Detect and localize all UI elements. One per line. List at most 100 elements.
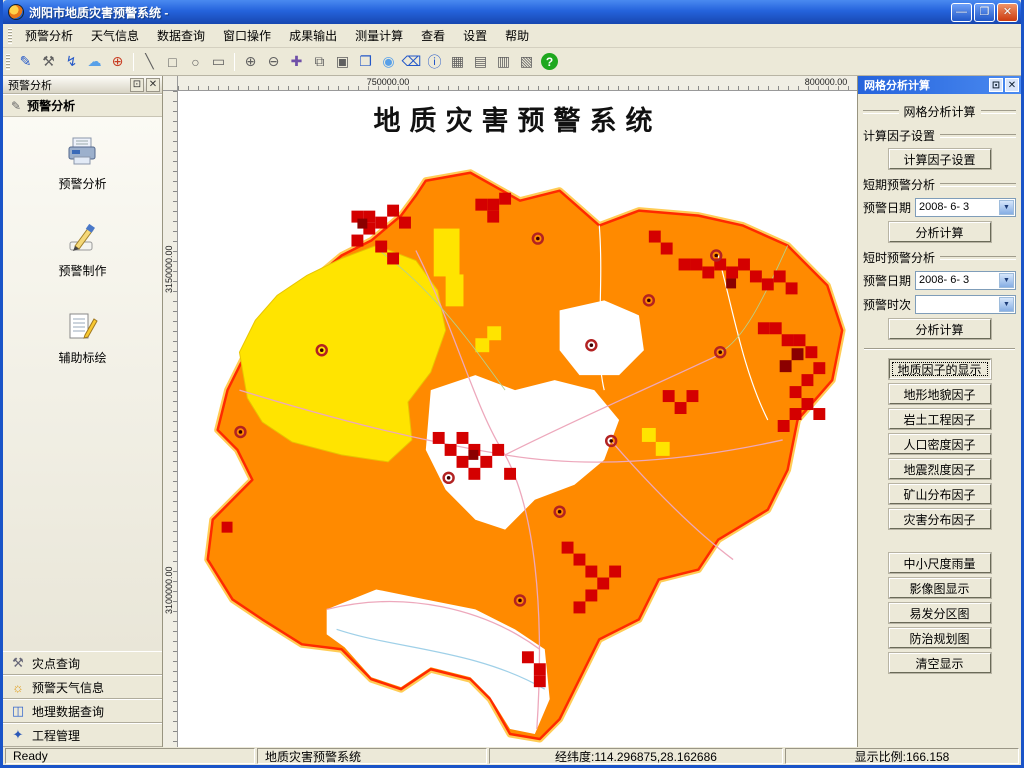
status-coordinates: 经纬度:114.296875,28.162686 bbox=[489, 748, 783, 764]
right-panel-title: 网格分析计算 bbox=[864, 80, 930, 92]
left-panel-caption: 预警分析 ⊡ ✕ bbox=[3, 76, 162, 94]
left-panel-header[interactable]: ✎ 预警分析 bbox=[3, 94, 162, 117]
short-term-analyze-button[interactable]: 分析计算 bbox=[888, 222, 991, 242]
chevron-down-icon[interactable]: ▼ bbox=[999, 273, 1014, 288]
geotech-factor-button[interactable]: 岩土工程因子 bbox=[888, 409, 991, 429]
info-icon[interactable]: ⓘ bbox=[424, 51, 445, 72]
eraser-icon[interactable]: ⌫ bbox=[401, 51, 422, 72]
stamp-icon: ✎ bbox=[11, 98, 22, 113]
rainfall-layer-button[interactable]: 中小尺度雨量 bbox=[888, 553, 991, 573]
pin-icon[interactable]: ⊡ bbox=[130, 77, 144, 92]
warning-date-row: 预警日期 2008- 6- 3 ▼ bbox=[863, 198, 1016, 217]
ruler-top: 750000.00 800000.00 bbox=[178, 76, 857, 91]
warning-date-select[interactable]: 2008- 6- 3 ▼ bbox=[915, 198, 1016, 217]
menu-measure-calc[interactable]: 测量计算 bbox=[346, 24, 412, 47]
right-panel-caption: 网格分析计算 ⊡ ✕ bbox=[858, 76, 1021, 94]
map-title: 地质灾害预警系统 bbox=[373, 106, 662, 137]
minimize-button[interactable]: — bbox=[951, 2, 972, 22]
draw-ellipse-icon[interactable]: ○ bbox=[185, 51, 206, 72]
pan-hand-icon[interactable]: ✚ bbox=[286, 51, 307, 72]
menu-window-ops[interactable]: 窗口操作 bbox=[214, 24, 280, 47]
imagery-layer-button[interactable]: 影像图显示 bbox=[888, 578, 991, 598]
sidebar-item-warning-weather-info[interactable]: ☼ 预警天气信息 bbox=[3, 675, 162, 699]
group-grid-analysis: 网格分析计算 bbox=[863, 103, 1016, 120]
tool-auxiliary-plotting[interactable]: 辅助标绘 bbox=[58, 309, 107, 366]
susceptibility-map-button[interactable]: 易发分区图 bbox=[888, 603, 991, 623]
cloud-tool-icon[interactable]: ☁ bbox=[84, 51, 105, 72]
print-icon[interactable]: ▤ bbox=[470, 51, 491, 72]
menu-result-output[interactable]: 成果输出 bbox=[280, 24, 346, 47]
menu-data-query[interactable]: 数据查询 bbox=[148, 24, 214, 47]
seismic-factor-button[interactable]: 地震烈度因子 bbox=[888, 459, 991, 479]
full-extent-icon[interactable]: ▣ bbox=[332, 51, 353, 72]
app-window: 浏阳市地质灾害预警系统 - — ❐ ✕ 预警分析 天气信息 数据查询 窗口操作 … bbox=[0, 0, 1024, 768]
pen-hand-icon bbox=[65, 222, 99, 257]
sidebar-item-label: 灾点查询 bbox=[32, 656, 81, 671]
calculator-icon[interactable]: ▦ bbox=[447, 51, 468, 72]
status-system-name: 地质灾害预警系统 bbox=[257, 748, 487, 764]
warning-time-row: 预警时次 ▼ bbox=[863, 295, 1016, 314]
database-icon: ◫ bbox=[11, 703, 25, 718]
tool-warning-analysis[interactable]: 预警分析 bbox=[58, 135, 107, 192]
globe-icon[interactable]: ◉ bbox=[378, 51, 399, 72]
terrain-factor-button[interactable]: 地形地貌因子 bbox=[888, 384, 991, 404]
mine-factor-button[interactable]: 矿山分布因子 bbox=[888, 484, 991, 504]
chevron-down-icon[interactable]: ▼ bbox=[999, 200, 1014, 215]
main-area: 预警分析 ⊡ ✕ ✎ 预警分析 预警分析 预警制作 辅助标绘 ⚒ 灾点查询 ☼ … bbox=[3, 76, 1021, 747]
copy-map-icon[interactable]: ❐ bbox=[355, 51, 376, 72]
tool-label: 预警分析 bbox=[58, 177, 107, 191]
tool-label: 辅助标绘 bbox=[58, 351, 107, 365]
title-bar: 浏阳市地质灾害预警系统 - — ❐ ✕ bbox=[3, 0, 1021, 24]
toolbar-separator bbox=[234, 52, 235, 71]
close-button[interactable]: ✕ bbox=[997, 2, 1018, 22]
sidebar-item-disaster-point-query[interactable]: ⚒ 灾点查询 bbox=[3, 651, 162, 675]
tool-warning-production[interactable]: 预警制作 bbox=[58, 222, 107, 279]
zoom-in-icon[interactable]: ⊕ bbox=[240, 51, 261, 72]
chevron-down-icon[interactable]: ▼ bbox=[999, 297, 1014, 312]
sidebar-item-label: 工程管理 bbox=[32, 728, 81, 743]
stamp-tool-icon[interactable]: ⚒ bbox=[38, 51, 59, 72]
warning-time-select[interactable]: ▼ bbox=[915, 295, 1016, 314]
left-panel-tools: 预警分析 预警制作 辅助标绘 bbox=[3, 117, 162, 651]
draw-line-icon[interactable]: ╲ bbox=[139, 51, 160, 72]
ruler-label-y2: 3100000.00 bbox=[164, 566, 174, 614]
geology-factor-display-button[interactable]: 地质因子的显示 bbox=[888, 359, 991, 379]
close-icon[interactable]: ✕ bbox=[146, 77, 160, 92]
left-panel-bottom-bars: ⚒ 灾点查询 ☼ 预警天气信息 ◫ 地理数据查询 ✦ 工程管理 bbox=[3, 651, 162, 747]
prevention-plan-button[interactable]: 防治规划图 bbox=[888, 628, 991, 648]
menu-help[interactable]: 帮助 bbox=[496, 24, 538, 47]
sidebar-item-project-management[interactable]: ✦ 工程管理 bbox=[3, 723, 162, 747]
hazard-map bbox=[204, 169, 846, 743]
map-edit-icon[interactable]: ✎ bbox=[15, 51, 36, 72]
print-preview-icon[interactable]: ▥ bbox=[493, 51, 514, 72]
sidebar-item-geographic-data-query[interactable]: ◫ 地理数据查询 bbox=[3, 699, 162, 723]
print-setup-icon[interactable]: ▧ bbox=[516, 51, 537, 72]
pin-icon[interactable]: ⊡ bbox=[989, 78, 1003, 92]
population-factor-button[interactable]: 人口密度因子 bbox=[888, 434, 991, 454]
close-icon[interactable]: ✕ bbox=[1005, 78, 1019, 92]
map-canvas[interactable]: 地质灾害预警系统 bbox=[178, 91, 857, 747]
menu-weather-info[interactable]: 天气信息 bbox=[82, 24, 148, 47]
disaster-factor-button[interactable]: 灾害分布因子 bbox=[888, 509, 991, 529]
left-panel-header-label: 预警分析 bbox=[27, 99, 76, 113]
map-view[interactable]: 750000.00 800000.00 3150000.00 3100000.0… bbox=[163, 76, 857, 747]
ruler-label-x2: 800000.00 bbox=[804, 77, 848, 87]
help-icon[interactable]: ? bbox=[541, 53, 558, 70]
window-title: 浏阳市地质灾害预警系统 - bbox=[29, 5, 169, 20]
lightning-tool-icon[interactable]: ↯ bbox=[61, 51, 82, 72]
menu-settings[interactable]: 设置 bbox=[454, 24, 496, 47]
zoom-out-icon[interactable]: ⊖ bbox=[263, 51, 284, 72]
warning-time-label: 预警时次 bbox=[863, 298, 912, 312]
draw-rect-icon[interactable]: □ bbox=[162, 51, 183, 72]
draw-roundrect-icon[interactable]: ▭ bbox=[208, 51, 229, 72]
clear-display-button[interactable]: 清空显示 bbox=[888, 653, 991, 673]
restore-button[interactable]: ❐ bbox=[974, 2, 995, 22]
crosshair-tool-icon[interactable]: ⊕ bbox=[107, 51, 128, 72]
menu-view[interactable]: 查看 bbox=[412, 24, 454, 47]
group-short-time: 短时预警分析 bbox=[863, 249, 1016, 266]
zoom-window-icon[interactable]: ⧉ bbox=[309, 51, 330, 72]
warning-date2-select[interactable]: 2008- 6- 3 ▼ bbox=[915, 271, 1016, 290]
menu-warning-analysis[interactable]: 预警分析 bbox=[16, 24, 82, 47]
short-time-analyze-button[interactable]: 分析计算 bbox=[888, 319, 991, 339]
calc-factor-settings-button[interactable]: 计算因子设置 bbox=[888, 149, 991, 169]
